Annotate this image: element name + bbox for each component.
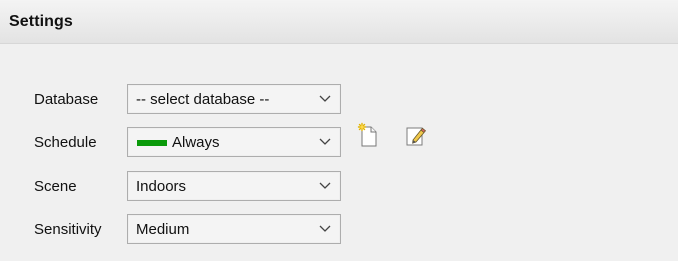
settings-panel: Settings Database -- select database -- … [0,0,678,261]
schedule-select-value: Always [172,134,220,151]
scene-select[interactable]: Indoors [127,171,341,201]
new-document-icon[interactable] [355,122,379,148]
chevron-down-icon [319,225,331,232]
sensitivity-select-value: Medium [136,221,190,238]
database-row: Database -- select database -- [0,84,678,114]
sensitivity-row: Sensitivity Medium [0,214,678,244]
database-label: Database [34,91,99,108]
chevron-down-icon [319,95,331,102]
sensitivity-select[interactable]: Medium [127,214,341,244]
scene-select-value: Indoors [136,178,187,195]
database-select-value: -- select database -- [136,91,270,108]
database-select[interactable]: -- select database -- [127,84,341,114]
settings-header: Settings [0,0,678,44]
edit-icon[interactable] [403,122,427,148]
schedule-select[interactable]: Always [127,127,341,157]
scene-label: Scene [34,178,77,195]
settings-title: Settings [9,13,73,30]
schedule-row: Schedule Always [0,122,678,157]
chevron-down-icon [319,182,331,189]
scene-row: Scene Indoors [0,171,678,201]
schedule-label: Schedule [34,134,97,151]
sensitivity-label: Sensitivity [34,221,102,238]
chevron-down-icon [319,138,331,145]
schedule-color-swatch [137,140,167,146]
